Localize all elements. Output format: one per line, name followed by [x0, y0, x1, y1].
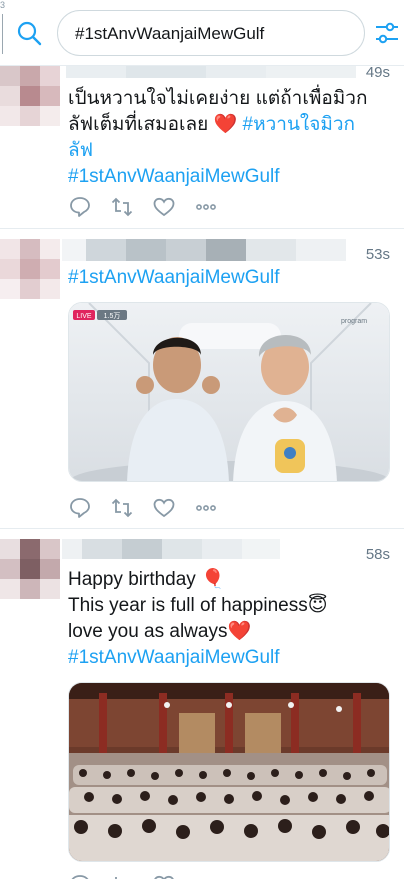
more-dots-icon[interactable] — [194, 496, 218, 520]
heart-icon[interactable] — [152, 873, 176, 879]
tweet-text: เป็นหวานใจไม่เคยง่าย แต่ถ้าเพื่อมิวก ลัฟ… — [68, 86, 386, 190]
blurred-username[interactable] — [62, 539, 280, 559]
text-fragment: love you as always — [68, 621, 228, 642]
text-line: ลัฟเต็มที่เสมอเลย ❤️ #หวานใจมิวก — [68, 112, 386, 138]
avatar[interactable] — [0, 539, 60, 599]
retweet-icon[interactable] — [110, 195, 134, 219]
heart-emoji: ❤️ — [213, 114, 238, 135]
viewer-count: 1.5万 — [104, 312, 121, 320]
text-line: Happy birthday 🎈 — [68, 567, 386, 593]
text-fragment: This year is full of happiness — [68, 595, 308, 616]
heart-emoji: ❤️ — [227, 621, 252, 642]
text-fragment: Happy birthday — [68, 569, 202, 590]
tweet-actions — [68, 873, 228, 879]
text-line: This year is full of happiness😇 — [68, 593, 386, 619]
tweet-text: #1stAnvWaanjaiMewGulf — [68, 265, 386, 291]
search-input[interactable] — [75, 22, 355, 46]
edge-mark: 3 — [0, 0, 6, 10]
hashtag-link[interactable]: #1stAnvWaanjaiMewGulf — [68, 645, 386, 671]
reply-icon[interactable] — [68, 496, 92, 520]
program-watermark: program — [341, 318, 367, 325]
tweet-media-image[interactable]: LIVE 1.5万 program — [68, 302, 390, 482]
text-line: love you as always❤️ — [68, 619, 386, 645]
search-header: 3 — [0, 0, 404, 66]
retweet-icon[interactable] — [110, 496, 134, 520]
tweet-time[interactable]: 58s — [366, 546, 390, 564]
text-fragment: ลัฟเต็มที่เสมอเลย — [68, 114, 214, 135]
tweet-text: Happy birthday 🎈 This year is full of ha… — [68, 567, 386, 671]
tweet-time[interactable]: 53s — [366, 246, 390, 264]
hashtag-link[interactable]: #1stAnvWaanjaiMewGulf — [68, 265, 386, 291]
balloon-emoji: 🎈 — [201, 569, 225, 590]
reply-icon[interactable] — [68, 873, 92, 879]
hashtag-link[interactable]: #1stAnvWaanjaiMewGulf — [68, 164, 386, 190]
filter-sliders-icon[interactable] — [374, 20, 400, 46]
search-box[interactable] — [57, 10, 365, 56]
blurred-username[interactable] — [66, 66, 356, 78]
heart-icon[interactable] — [152, 496, 176, 520]
hashtag-link[interactable]: #หวานใจมิวก — [243, 114, 356, 135]
avatar[interactable] — [0, 66, 60, 126]
tweet[interactable]: 49s เป็นหวานใจไม่เคยง่าย แต่ถ้าเพื่อมิวก… — [0, 65, 404, 229]
tweet[interactable]: 58s Happy birthday 🎈 This year is full o… — [0, 529, 404, 879]
search-icon[interactable] — [16, 20, 42, 46]
heart-icon[interactable] — [152, 195, 176, 219]
more-dots-icon[interactable] — [194, 195, 218, 219]
blurred-username[interactable] — [62, 239, 346, 261]
tweet-time[interactable]: 49s — [366, 65, 390, 80]
angel-emoji: 😇 — [307, 595, 328, 616]
crowd-hall-photo — [69, 683, 389, 861]
retweet-icon[interactable] — [110, 873, 134, 879]
reply-icon[interactable] — [68, 195, 92, 219]
tweet-actions — [68, 496, 228, 520]
tweet[interactable]: 53s #1stAnvWaanjaiMewGulf LIVE 1.5万 prog… — [0, 229, 404, 529]
text-line: เป็นหวานใจไม่เคยง่าย แต่ถ้าเพื่อมิวก — [68, 88, 368, 109]
tweet-media-image[interactable] — [68, 682, 390, 862]
live-badge: LIVE — [76, 313, 92, 320]
live-stream-photo: LIVE 1.5万 program — [69, 303, 389, 481]
avatar[interactable] — [0, 239, 60, 299]
hashtag-link[interactable]: ลัฟ — [68, 138, 386, 164]
tweet-actions — [68, 195, 228, 219]
edge-divider — [2, 14, 3, 54]
